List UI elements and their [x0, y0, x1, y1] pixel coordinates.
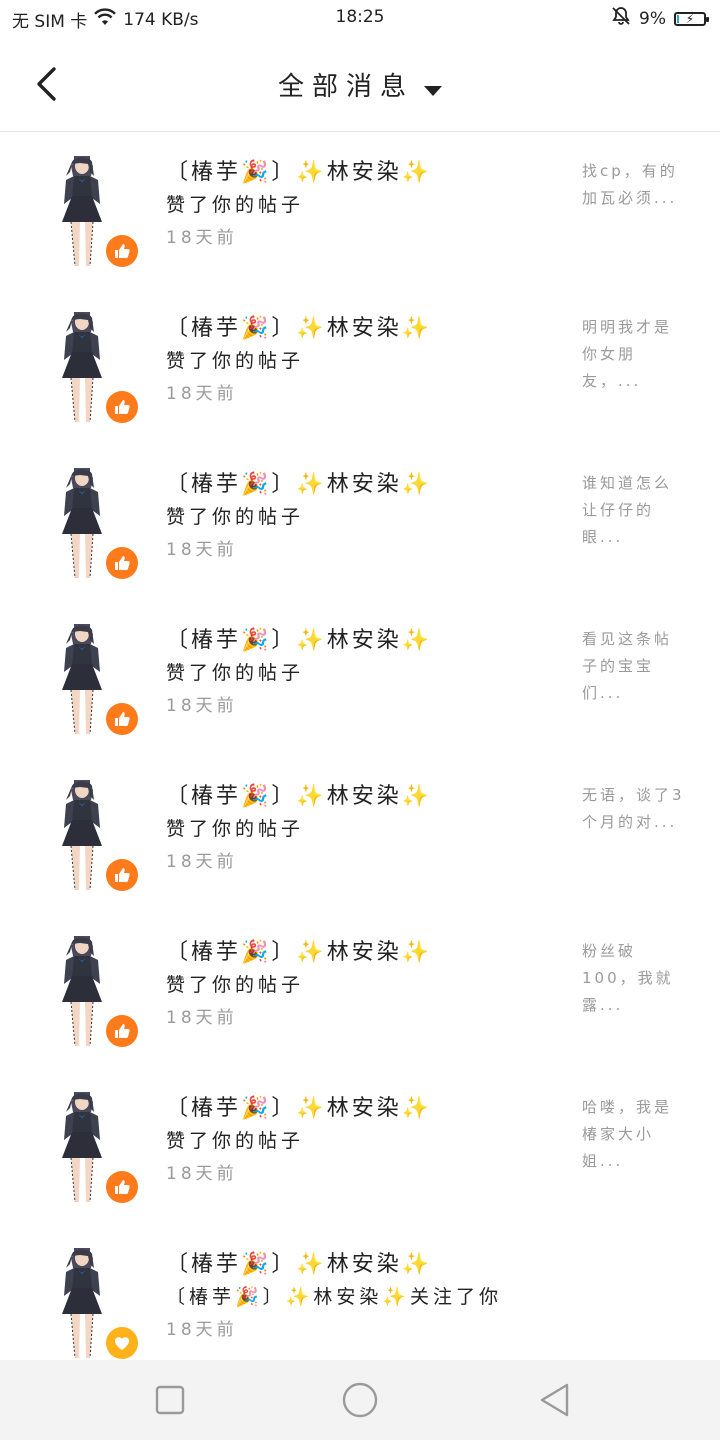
recent-apps-icon — [155, 1385, 185, 1415]
page-title: 全部消息 — [277, 72, 414, 102]
thumbs-up-icon — [115, 868, 130, 882]
message-item[interactable]: 〔椿芋🎉〕✨林安染✨ 赞了你的帖子 18天前 粉丝破100，我就露... — [0, 912, 720, 1068]
message-body: 〔椿芋🎉〕✨林安染✨ 赞了你的帖子 18天前 — [166, 624, 566, 724]
like-badge — [106, 1015, 138, 1047]
message-time: 18天前 — [166, 1164, 238, 1184]
like-badge — [106, 547, 138, 579]
system-nav-bar — [0, 1360, 720, 1440]
like-badge — [106, 235, 138, 267]
message-item[interactable]: 〔椿芋🎉〕✨林安染✨ 〔椿芋🎉〕✨林安染✨关注了你 18天前 — [0, 1224, 720, 1380]
message-item[interactable]: 〔椿芋🎉〕✨林安染✨ 赞了你的帖子 18天前 看见这条帖子的宝宝们... — [0, 600, 720, 756]
follow-badge — [106, 1327, 138, 1359]
like-badge — [106, 391, 138, 423]
message-item[interactable]: 〔椿芋🎉〕✨林安染✨ 赞了你的帖子 18天前 谁知道怎么让仔仔的眼... — [0, 444, 720, 600]
message-item[interactable]: 〔椿芋🎉〕✨林安染✨ 赞了你的帖子 18天前 明明我才是你女朋友，... — [0, 288, 720, 444]
message-action: 赞了你的帖子 — [166, 1130, 305, 1152]
bell-muted-icon — [611, 6, 631, 31]
message-action: 赞了你的帖子 — [166, 506, 305, 528]
thumbs-up-icon — [115, 712, 130, 726]
message-body: 〔椿芋🎉〕✨林安染✨ 赞了你的帖子 18天前 — [166, 780, 566, 880]
post-preview[interactable]: 粉丝破100，我就露... — [582, 938, 686, 1019]
charging-bolt-icon: ⚡ — [685, 11, 695, 26]
avatar[interactable] — [52, 156, 112, 268]
message-filter-dropdown[interactable]: 全部消息 — [0, 66, 720, 103]
message-action: 赞了你的帖子 — [166, 194, 305, 216]
sender-name[interactable]: 〔椿芋🎉〕✨林安染✨ — [166, 780, 566, 814]
like-badge — [106, 703, 138, 735]
message-time: 18天前 — [166, 852, 238, 872]
message-body: 〔椿芋🎉〕✨林安染✨ 〔椿芋🎉〕✨林安染✨关注了你 18天前 — [166, 1248, 566, 1348]
message-time: 18天前 — [166, 384, 238, 404]
message-time: 18天前 — [166, 540, 238, 560]
message-item[interactable]: 〔椿芋🎉〕✨林安染✨ 赞了你的帖子 18天前 无语，谈了3个月的对... — [0, 756, 720, 912]
sender-name[interactable]: 〔椿芋🎉〕✨林安染✨ — [166, 1248, 566, 1282]
status-right: 9% ⚡ — [611, 6, 709, 31]
battery-charging-icon: ⚡ — [674, 11, 709, 26]
sender-name[interactable]: 〔椿芋🎉〕✨林安染✨ — [166, 312, 566, 346]
message-action: 赞了你的帖子 — [166, 350, 305, 372]
message-time: 18天前 — [166, 228, 238, 248]
sender-name[interactable]: 〔椿芋🎉〕✨林安染✨ — [166, 156, 566, 190]
message-action: 〔椿芋🎉〕✨林安染✨关注了你 — [166, 1286, 502, 1308]
thumbs-up-icon — [115, 1024, 130, 1038]
battery-percent: 9% — [639, 8, 666, 29]
status-bar: 无 SIM 卡 174 KB/s 18:25 9% ⚡ — [0, 0, 720, 36]
heart-icon — [115, 1337, 129, 1350]
message-body: 〔椿芋🎉〕✨林安染✨ 赞了你的帖子 18天前 — [166, 1092, 566, 1192]
message-body: 〔椿芋🎉〕✨林安染✨ 赞了你的帖子 18天前 — [166, 156, 566, 256]
message-body: 〔椿芋🎉〕✨林安染✨ 赞了你的帖子 18天前 — [166, 312, 566, 412]
message-list: 〔椿芋🎉〕✨林安染✨ 赞了你的帖子 18天前 找cp，有的加瓦必须... 〔椿芋… — [0, 132, 720, 1380]
message-item[interactable]: 〔椿芋🎉〕✨林安染✨ 赞了你的帖子 18天前 哈喽，我是椿家大小姐... — [0, 1068, 720, 1224]
like-badge — [106, 1171, 138, 1203]
message-action: 赞了你的帖子 — [166, 662, 305, 684]
thumbs-up-icon — [115, 400, 130, 414]
sender-name[interactable]: 〔椿芋🎉〕✨林安染✨ — [166, 468, 566, 502]
back-nav-icon — [540, 1383, 569, 1417]
thumbs-up-icon — [115, 244, 130, 258]
message-time: 18天前 — [166, 1320, 238, 1340]
message-action: 赞了你的帖子 — [166, 974, 305, 996]
sender-name[interactable]: 〔椿芋🎉〕✨林安染✨ — [166, 936, 566, 970]
sender-name[interactable]: 〔椿芋🎉〕✨林安染✨ — [166, 624, 566, 658]
post-preview[interactable]: 哈喽，我是椿家大小姐... — [582, 1094, 686, 1175]
thumbs-up-icon — [115, 556, 130, 570]
avatar[interactable] — [52, 780, 112, 892]
message-item[interactable]: 〔椿芋🎉〕✨林安染✨ 赞了你的帖子 18天前 找cp，有的加瓦必须... — [0, 132, 720, 288]
avatar[interactable] — [52, 1092, 112, 1204]
dropdown-icon — [424, 85, 442, 96]
message-body: 〔椿芋🎉〕✨林安染✨ 赞了你的帖子 18天前 — [166, 936, 566, 1036]
avatar[interactable] — [52, 936, 112, 1048]
home-button[interactable] — [340, 1380, 380, 1420]
recent-apps-button[interactable] — [150, 1380, 190, 1420]
message-time: 18天前 — [166, 696, 238, 716]
thumbs-up-icon — [115, 1180, 130, 1194]
home-icon — [342, 1382, 378, 1418]
avatar[interactable] — [52, 312, 112, 424]
avatar[interactable] — [52, 468, 112, 580]
header: 全部消息 — [0, 36, 720, 132]
message-time: 18天前 — [166, 1008, 238, 1028]
avatar[interactable] — [52, 1248, 112, 1360]
post-preview[interactable]: 无语，谈了3个月的对... — [582, 782, 686, 836]
like-badge — [106, 859, 138, 891]
back-nav-button[interactable] — [534, 1380, 574, 1420]
post-preview[interactable]: 谁知道怎么让仔仔的眼... — [582, 470, 686, 551]
message-action: 赞了你的帖子 — [166, 818, 305, 840]
post-preview[interactable]: 明明我才是你女朋友，... — [582, 314, 686, 395]
sender-name[interactable]: 〔椿芋🎉〕✨林安染✨ — [166, 1092, 566, 1126]
post-preview[interactable]: 找cp，有的加瓦必须... — [582, 158, 686, 212]
post-preview[interactable]: 看见这条帖子的宝宝们... — [582, 626, 686, 707]
avatar[interactable] — [52, 624, 112, 736]
message-body: 〔椿芋🎉〕✨林安染✨ 赞了你的帖子 18天前 — [166, 468, 566, 568]
